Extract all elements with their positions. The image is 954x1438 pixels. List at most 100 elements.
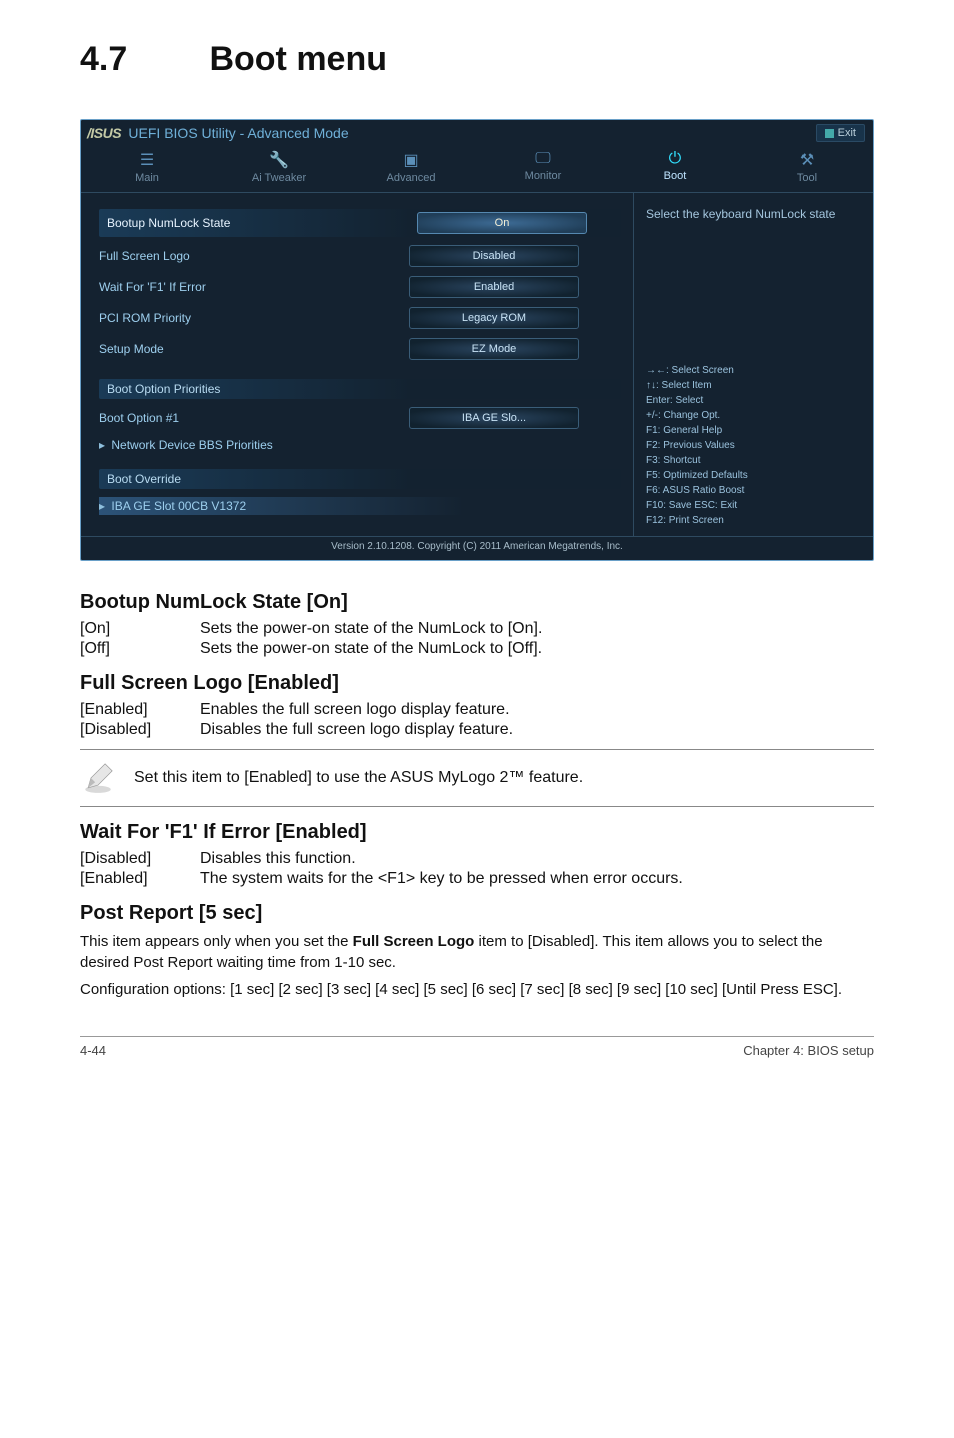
section-heading: Post Report [5 sec] [80,902,874,925]
fullscreen-row: Full Screen Logo Disabled [99,245,621,267]
note-text: Set this item to [Enabled] to use the AS… [134,769,583,787]
def-val: The system waits for the <F1> key to be … [200,870,874,888]
hint-line: ↑↓: Select Item [646,378,861,393]
def-val: Disables this function. [200,850,874,868]
pci-label: PCI ROM Priority [99,311,399,325]
paragraph: Configuration options: [1 sec] [2 sec] [… [80,979,874,1000]
pci-value[interactable]: Legacy ROM [409,307,579,329]
tab-boot[interactable]: ⏻ Boot [609,146,741,192]
tab-tool-label: Tool [797,172,817,184]
bios-main-panel: Bootup NumLock State On Full Screen Logo… [81,193,633,536]
tab-tool[interactable]: ⚒ Tool [741,146,873,192]
def-row: [Disabled] Disables this function. [80,850,874,868]
pci-row: PCI ROM Priority Legacy ROM [99,307,621,329]
def-row: [Enabled] The system waits for the <F1> … [80,870,874,888]
setup-value[interactable]: EZ Mode [409,338,579,360]
chevron-right-icon: ▸ [99,499,105,513]
section-heading: Full Screen Logo [Enabled] [80,672,874,695]
paragraph: This item appears only when you set the … [80,931,874,973]
bootup-label: Bootup NumLock State [107,216,407,230]
exit-icon [825,129,834,138]
hint-line: F6: ASUS Ratio Boost [646,483,861,498]
tab-ai-label: Ai Tweaker [252,172,306,184]
setup-label: Setup Mode [99,342,399,356]
tab-main[interactable]: ☰ Main [81,146,213,192]
hint-line: F3: Shortcut [646,453,861,468]
hint-line: →←: Select Screen [646,363,861,378]
fullscreen-value[interactable]: Disabled [409,245,579,267]
para-bold: Full Screen Logo [353,933,475,950]
def-row: [On] Sets the power-on state of the NumL… [80,620,874,638]
list-icon: ☰ [81,150,213,170]
tab-advanced[interactable]: ▣ Advanced [345,146,477,192]
def-val: Enables the full screen logo display fea… [200,701,874,719]
monitor-icon: 🖵 [477,150,609,168]
bios-copyright: Version 2.10.1208. Copyright (C) 2011 Am… [81,536,873,552]
section-heading: Bootup NumLock State [On] [80,591,874,614]
para-text: This item appears only when you set the [80,933,353,950]
bios-help-panel: Select the keyboard NumLock state →←: Se… [633,193,873,536]
waitf1-value[interactable]: Enabled [409,276,579,298]
exit-button[interactable]: Exit [816,124,865,142]
page-heading: 4.7 Boot menu [80,40,874,79]
boot-priorities-header: Boot Option Priorities [99,379,621,399]
boot-option1-value[interactable]: IBA GE Slo... [409,407,579,429]
hint-line: +/-: Change Opt. [646,408,861,423]
fullscreen-label: Full Screen Logo [99,249,399,263]
footer-right: Chapter 4: BIOS setup [743,1043,874,1058]
hint-line: Enter: Select [646,393,861,408]
tab-boot-label: Boot [664,170,687,182]
key-hints: →←: Select Screen ↑↓: Select Item Enter:… [646,363,861,528]
def-row: [Disabled] Disables the full screen logo… [80,721,874,739]
waitf1-row: Wait For 'F1' If Error Enabled [99,276,621,298]
iba-label: IBA GE Slot 00CB V1372 [111,499,246,513]
bios-title: UEFI BIOS Utility - Advanced Mode [128,125,348,141]
def-key: [Enabled] [80,701,200,719]
hint-line: F5: Optimized Defaults [646,468,861,483]
heading-title: Boot menu [209,40,387,78]
asus-logo: /ISUS [87,125,121,141]
def-key: [On] [80,620,200,638]
pencil-icon [80,760,116,796]
tab-main-label: Main [135,172,159,184]
bios-window: /ISUS UEFI BIOS Utility - Advanced Mode … [80,119,874,561]
hint-line: F12: Print Screen [646,513,861,528]
wrench-icon: 🔧 [213,150,345,170]
waitf1-label: Wait For 'F1' If Error [99,280,399,294]
tool-icon: ⚒ [741,150,873,170]
bios-titlebar: /ISUS UEFI BIOS Utility - Advanced Mode … [81,120,873,142]
def-val: Disables the full screen logo display fe… [200,721,874,739]
heading-number: 4.7 [80,40,200,79]
def-key: [Off] [80,640,200,658]
tab-monitor[interactable]: 🖵 Monitor [477,146,609,192]
chevron-right-icon: ▸ [99,438,105,452]
netdev-subitem[interactable]: ▸ Network Device BBS Priorities [99,438,621,452]
def-val: Sets the power-on state of the NumLock t… [200,640,874,658]
bootup-row-selected: Bootup NumLock State On [99,209,621,237]
hint-line: F2: Previous Values [646,438,861,453]
tab-ai-tweaker[interactable]: 🔧 Ai Tweaker [213,146,345,192]
def-row: [Off] Sets the power-on state of the Num… [80,640,874,658]
bootup-value[interactable]: On [417,212,587,234]
def-row: [Enabled] Enables the full screen logo d… [80,701,874,719]
tab-monitor-label: Monitor [525,170,562,182]
def-key: [Disabled] [80,850,200,868]
section-heading: Wait For 'F1' If Error [Enabled] [80,821,874,844]
boot-option1-label: Boot Option #1 [99,411,399,425]
boot-override-header: Boot Override [99,469,621,489]
page-footer: 4-44 Chapter 4: BIOS setup [80,1036,874,1058]
footer-left: 4-44 [80,1043,106,1058]
exit-label: Exit [838,127,856,139]
tab-advanced-label: Advanced [387,172,436,184]
note-box: Set this item to [Enabled] to use the AS… [80,749,874,807]
hint-line: F1: General Help [646,423,861,438]
tab-strip: ☰ Main 🔧 Ai Tweaker ▣ Advanced 🖵 Monitor… [81,146,873,193]
hint-line: F10: Save ESC: Exit [646,498,861,513]
chip-icon: ▣ [345,150,477,170]
help-text: Select the keyboard NumLock state [646,207,861,221]
iba-subitem[interactable]: ▸ IBA GE Slot 00CB V1372 [99,497,621,515]
boot-option1-row: Boot Option #1 IBA GE Slo... [99,407,621,429]
setup-row: Setup Mode EZ Mode [99,338,621,360]
def-key: [Enabled] [80,870,200,888]
def-val: Sets the power-on state of the NumLock t… [200,620,874,638]
